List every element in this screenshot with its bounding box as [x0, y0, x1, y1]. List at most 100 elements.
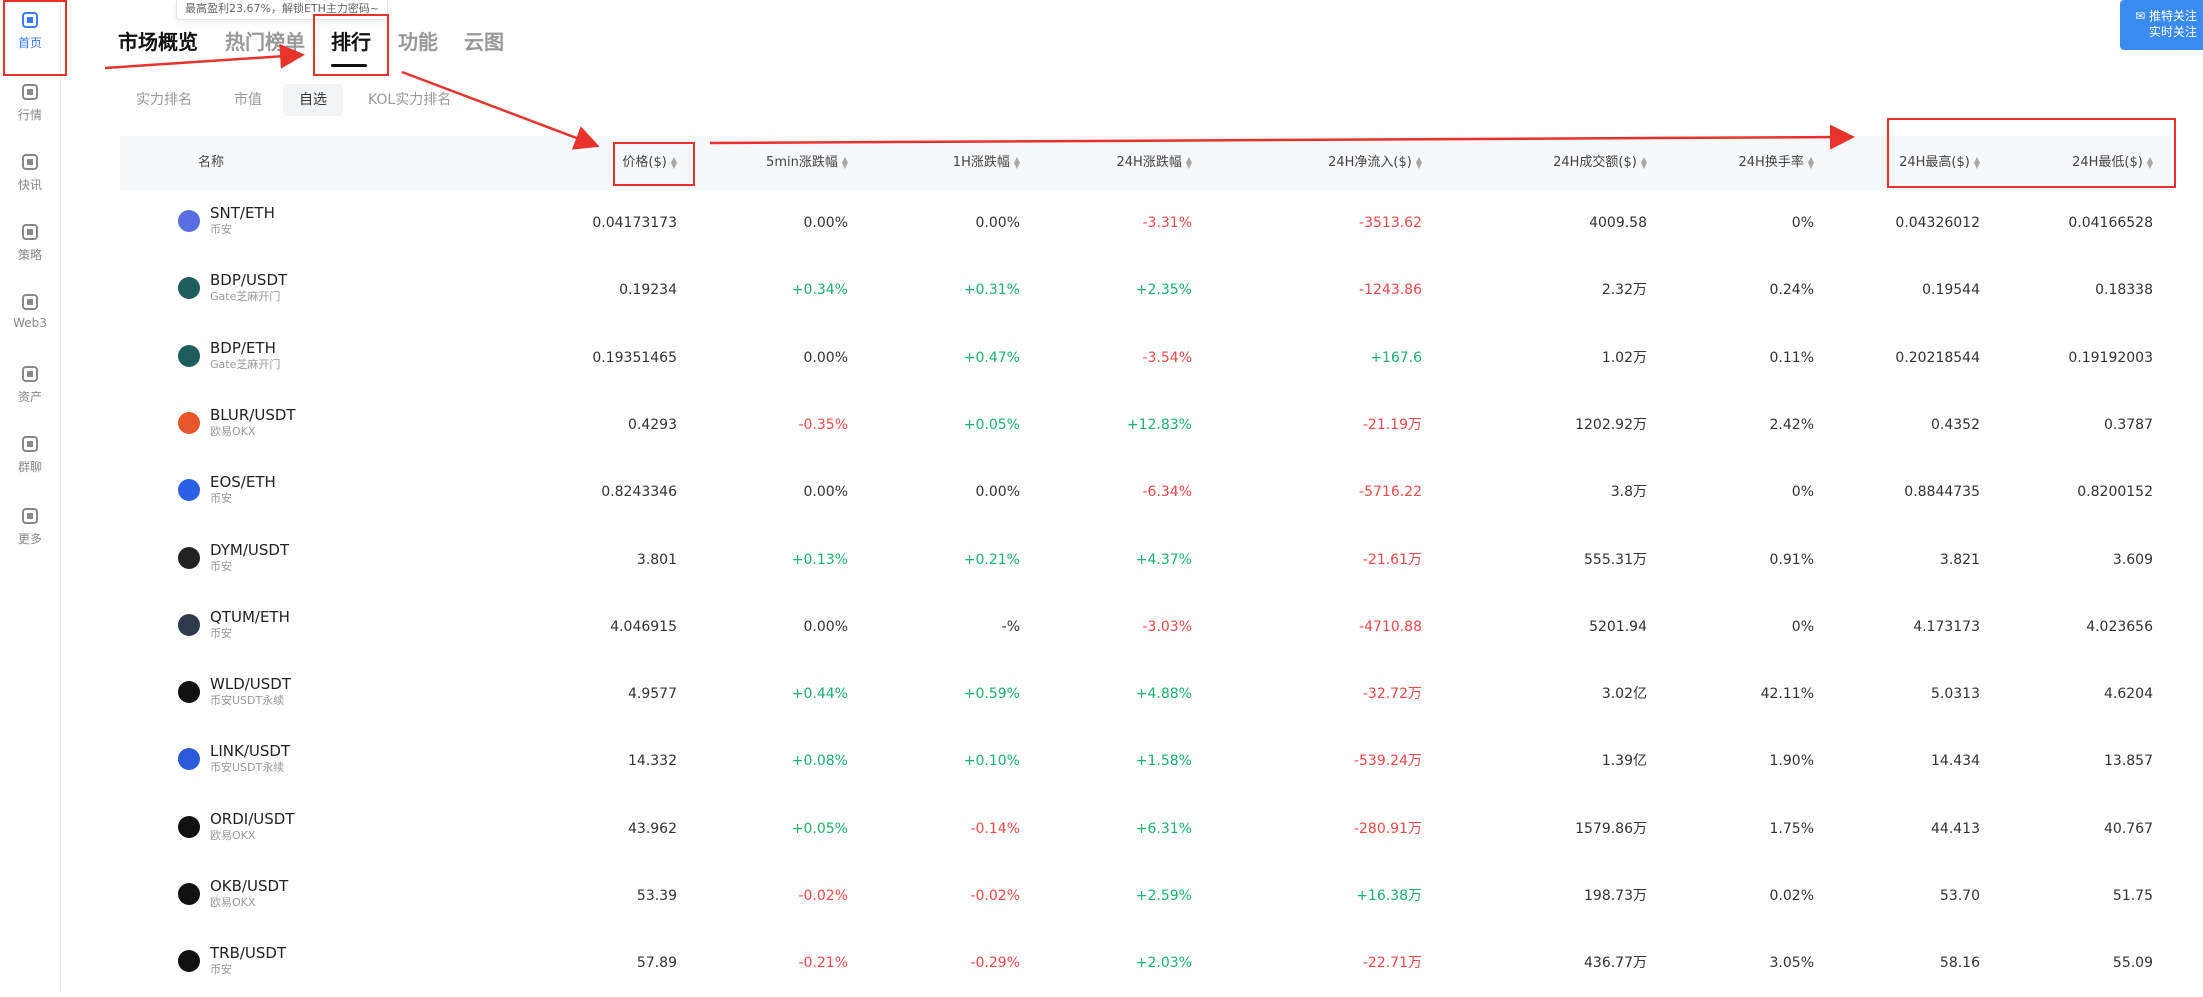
col-24h-inflow[interactable]: 24H净流入($) ▲ ▼ — [1328, 136, 1422, 190]
coin-icon — [178, 883, 200, 905]
cell-price: 0.19351465 — [592, 349, 677, 366]
sort-icon: ▲ ▼ — [2146, 154, 2153, 170]
table-row[interactable]: ORDI/USDT 欧易OKX 43.962 +0.05% -0.14% +6.31% -2… — [120, 796, 2172, 863]
col-24h-change[interactable]: 24H涨跌幅 ▲ ▼ — [1117, 136, 1192, 190]
table-row[interactable]: EOS/ETH 币安 0.8243346 0.00% 0.00% -6.34% -5716.… — [120, 459, 2172, 526]
exchange-name: 欧易OKX — [210, 896, 256, 909]
sort-icon: ▲ ▼ — [1640, 154, 1647, 170]
tab-market-overview[interactable]: 市场概览 — [118, 26, 198, 55]
cell-h24: -3.31% — [1142, 215, 1192, 231]
coin-icon — [178, 681, 200, 704]
subtab-watchlist[interactable]: 自选 — [283, 84, 343, 116]
cell-turnover: 0% — [1791, 618, 1814, 635]
table-row[interactable]: DYM/USDT 币安 3.801 +0.13% +0.21% +4.37% -21.61万… — [120, 527, 2172, 594]
table-row[interactable]: OKB/USDT 欧易OKX 53.39 -0.02% -0.02% +2.59% +16.… — [120, 863, 2172, 930]
subtab-strength-ranking[interactable]: 实力排名 — [120, 84, 208, 116]
cell-turnover: 0.02% — [1769, 888, 1814, 904]
sort-icon: ▲ ▼ — [670, 154, 677, 170]
sidebar-item-5[interactable]: 资产 — [0, 364, 60, 405]
col-price[interactable]: 价格($) ▲ ▼ — [622, 136, 677, 190]
col-5min-change[interactable]: 5min涨跌幅 ▲ ▼ — [766, 136, 848, 190]
pair-name: BDP/ETH — [210, 338, 276, 357]
sidebar-item-4[interactable]: Web3 — [0, 292, 60, 330]
cell-turnover: 42.11% — [1760, 686, 1814, 703]
cell-price: 3.801 — [636, 551, 677, 568]
table-row[interactable]: BDP/USDT Gate芝麻开门 0.19234 +0.34% +0.31% +2.35… — [120, 257, 2172, 324]
follow-line1: ✉ 推特关注 — [2135, 9, 2197, 23]
col-24h-high[interactable]: 24H最高($) ▲ ▼ — [1899, 136, 1980, 190]
wallet-icon — [20, 364, 40, 384]
exchange-name: 币安USDT永续 — [210, 694, 285, 708]
active-tab-underline — [331, 64, 367, 67]
exchange-name: Gate芝麻开门 — [210, 290, 281, 304]
subtab-market-cap[interactable]: 市值 — [218, 84, 278, 116]
pair-name: OKB/USDT — [210, 877, 289, 895]
cell-m5: +0.44% — [791, 686, 848, 703]
subtab-kol-ranking[interactable]: KOL实力排名 — [352, 84, 467, 116]
tab-cloud-map[interactable]: 云图 — [464, 26, 504, 55]
cell-inflow: -22.71万 — [1362, 955, 1422, 972]
cell-inflow: -21.19万 — [1362, 416, 1422, 433]
pair-name: BLUR/USDT — [210, 405, 296, 424]
cell-m5: +0.13% — [791, 551, 848, 568]
table-row[interactable]: BLUR/USDT 欧易OKX 0.4293 -0.35% +0.05% +12.83% -… — [120, 392, 2172, 459]
table-row[interactable]: LINK/USDT 币安USDT永续 14.332 +0.08% +0.10% +1.58… — [120, 728, 2172, 795]
chat-icon — [20, 434, 40, 454]
pair-name: BDP/USDT — [210, 271, 288, 290]
cell-volume: 436.77万 — [1584, 955, 1647, 972]
col-1h-change[interactable]: 1H涨跌幅 ▲ ▼ — [953, 136, 1020, 190]
cell-inflow: -1243.86 — [1359, 282, 1422, 299]
sort-icon: ▲ ▼ — [1807, 154, 1814, 170]
promo-tooltip: 最高盈利23.67%，解锁ETH主力密码~ — [176, 0, 389, 20]
sidebar-item-3[interactable]: 策略 — [0, 222, 60, 263]
cell-price: 0.19234 — [619, 282, 677, 299]
sidebar-item-2[interactable]: 快讯 — [0, 152, 60, 193]
cell-high: 44.413 — [1931, 820, 1980, 837]
cell-low: 3.609 — [2112, 551, 2153, 568]
col-24h-low[interactable]: 24H最低($) ▲ ▼ — [2072, 136, 2153, 190]
sidebar-item-1[interactable]: 行情 — [0, 82, 60, 123]
follow-line2: 实时关注 — [2148, 25, 2197, 39]
news-icon — [20, 152, 40, 172]
table-row[interactable]: BDP/ETH Gate芝麻开门 0.19351465 0.00% +0.47% -3.5… — [120, 325, 2172, 392]
cell-low: 51.75 — [2112, 888, 2153, 904]
pair-name: EOS/ETH — [210, 473, 276, 492]
twitter-follow-button[interactable]: ✉ 推特关注 实时关注 — [2120, 0, 2203, 50]
tab-ranking[interactable]: 排行 — [331, 26, 371, 55]
col-24h-turnover[interactable]: 24H换手率 ▲ ▼ — [1739, 136, 1814, 190]
exchange-name: 币安 — [210, 492, 232, 506]
cell-inflow: +167.6 — [1370, 349, 1422, 366]
sort-icon: ▲ ▼ — [1415, 154, 1422, 170]
exchange-name: 币安 — [210, 559, 232, 573]
grid-more-icon — [20, 506, 40, 526]
cell-inflow: -3513.62 — [1359, 215, 1422, 231]
sidebar-item-label: 群聊 — [17, 460, 42, 474]
cell-turnover: 0.91% — [1769, 551, 1814, 568]
cell-h24: -3.03% — [1142, 618, 1192, 635]
sidebar-item-6[interactable]: 群聊 — [0, 434, 60, 475]
table-row[interactable]: SNT/ETH 币安 0.04173173 0.00% 0.00% -3.31% -3513… — [120, 190, 2172, 257]
cell-high: 4.173173 — [1913, 618, 1980, 635]
cell-m5: -0.35% — [798, 416, 848, 433]
sort-icon: ▲ ▼ — [1185, 154, 1192, 170]
cell-volume: 3.02亿 — [1601, 686, 1647, 703]
cell-price: 57.89 — [636, 955, 677, 972]
cell-turnover: 0% — [1791, 484, 1814, 501]
sidebar-item-7[interactable]: 更多 — [0, 506, 60, 547]
cell-h24: +4.37% — [1135, 551, 1192, 568]
table-row[interactable]: TRB/USDT 币安 57.89 -0.21% -0.29% +2.03% -22.71万… — [120, 930, 2172, 997]
col-24h-volume[interactable]: 24H成交额($) ▲ ▼ — [1553, 136, 1647, 190]
tab-functions[interactable]: 功能 — [398, 26, 438, 55]
cell-volume: 5201.94 — [1589, 618, 1647, 635]
table-row[interactable]: QTUM/ETH 币安 4.046915 0.00% -% -3.03% -4710.88 5… — [120, 594, 2172, 661]
sidebar-item-label: 行情 — [17, 108, 42, 122]
cell-m5: -0.21% — [798, 955, 848, 972]
sidebar-item-0[interactable]: 首页 — [0, 10, 60, 51]
cell-low: 13.857 — [2104, 753, 2153, 770]
cell-turnover: 0.11% — [1769, 349, 1814, 366]
tab-hot-list[interactable]: 热门榜单 — [225, 26, 305, 55]
cell-m5: 0.00% — [803, 349, 848, 366]
cell-inflow: +16.38万 — [1356, 888, 1422, 904]
table-row[interactable]: WLD/USDT 币安USDT永续 4.9577 +0.44% +0.59% +4.88%… — [120, 661, 2172, 728]
cell-inflow: -539.24万 — [1353, 753, 1422, 770]
